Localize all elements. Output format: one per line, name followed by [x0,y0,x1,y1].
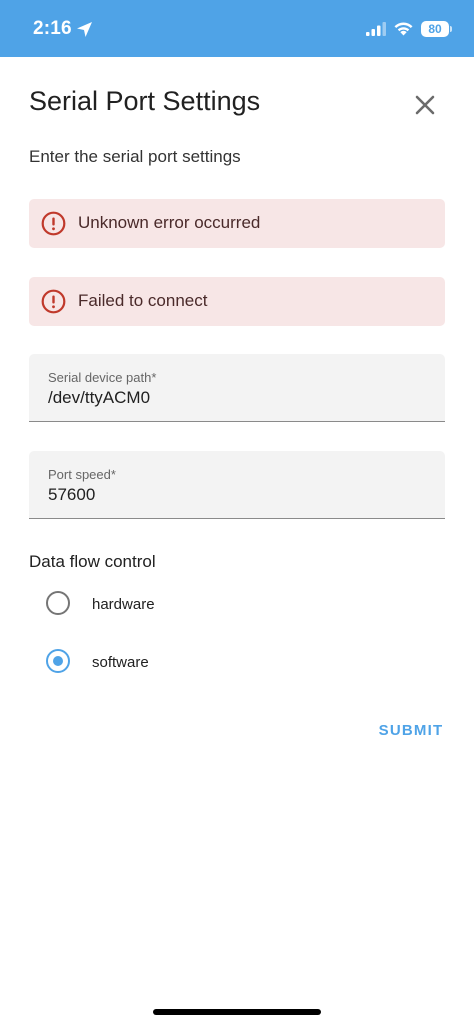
alert-message: Failed to connect [78,291,208,310]
radio-label: hardware [92,596,155,613]
error-outline-icon [41,289,66,314]
radio-label: software [92,654,149,671]
field-label: Serial device path* [48,370,157,385]
radio-dot [53,656,63,666]
port-speed-field[interactable]: Port speed* [29,451,445,519]
location-arrow-icon [77,22,92,37]
battery-indicator: 80 [421,21,449,37]
close-button[interactable] [410,90,440,120]
error-alert: Failed to connect [29,277,445,326]
field-label: Port speed* [48,467,116,482]
radio-option-hardware[interactable]: hardware [44,586,304,622]
close-icon [415,95,435,115]
radio-unchecked-icon[interactable] [46,591,70,615]
serial-device-path-input[interactable] [48,388,428,408]
serial-device-path-field[interactable]: Serial device path* [29,354,445,422]
port-speed-input[interactable] [48,485,428,505]
wifi-icon [394,22,413,36]
error-outline-icon [41,211,66,236]
radio-checked-icon[interactable] [46,649,70,673]
alert-message: Unknown error occurred [78,213,261,232]
home-indicator [153,1009,321,1015]
radio-option-software[interactable]: software [44,644,304,680]
dialog-title: Serial Port Settings [29,86,261,116]
status-time: 2:16 [33,18,72,39]
submit-button[interactable]: SUBMIT [372,722,450,744]
battery-tip [450,26,452,32]
dialog-subtitle: Enter the serial port settings [29,147,241,166]
flow-control-label: Data flow control [29,552,156,571]
cellular-signal-icon [366,22,386,36]
status-bar: 2:16 80 [0,0,474,57]
error-alert: Unknown error occurred [29,199,445,248]
